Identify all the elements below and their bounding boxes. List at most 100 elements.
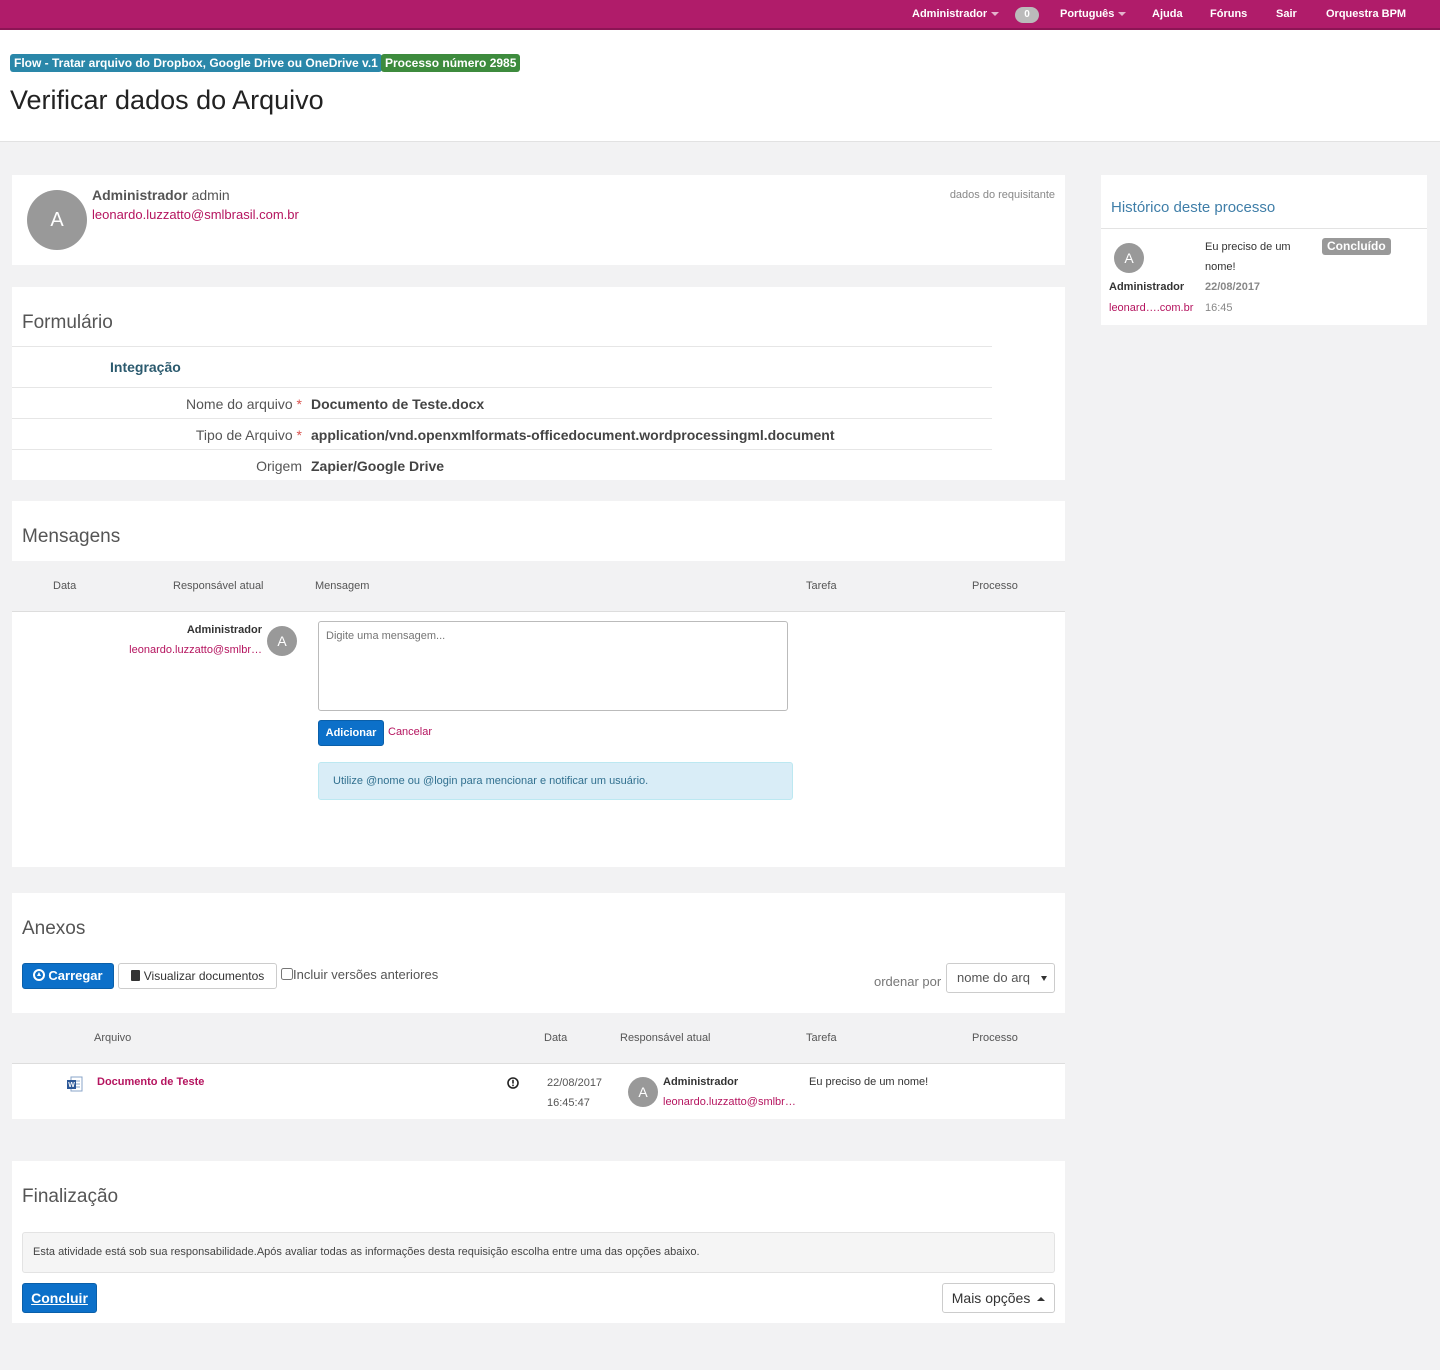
avatar: A — [267, 626, 297, 656]
notification-badge[interactable]: 0 — [1015, 7, 1039, 23]
attachment-file-link[interactable]: Documento de Teste — [97, 1076, 204, 1088]
view-documents-button[interactable]: Visualizar documentos — [118, 963, 277, 989]
requester-fullname: Administrador — [92, 187, 188, 203]
sort-select[interactable]: nome do arq — [946, 963, 1055, 993]
flow-label[interactable]: Flow - Tratar arquivo do Dropbox, Google… — [10, 54, 382, 72]
top-navbar: Administrador 0 Português Ajuda Fóruns S… — [0, 0, 1440, 30]
forums-link[interactable]: Fóruns — [1210, 0, 1247, 28]
column-header[interactable]: Processo — [972, 580, 1018, 592]
language-label: Português — [1060, 8, 1115, 20]
column-header[interactable]: Responsável atual — [620, 1032, 711, 1044]
history-task-line1: Eu preciso de um — [1205, 241, 1291, 253]
requester-name: Administrador admin — [92, 187, 230, 203]
attachment-date: 22/08/2017 — [547, 1077, 603, 1089]
attachment-owner-name: Administrador — [663, 1076, 739, 1088]
requester-panel: A Administrador admin leonardo.luzzatto@… — [12, 175, 1065, 265]
column-header[interactable]: Data — [53, 580, 76, 592]
column-header[interactable]: Data — [544, 1032, 567, 1044]
column-header[interactable]: Arquivo — [94, 1032, 131, 1044]
caret-up-icon — [1037, 1297, 1046, 1302]
history-panel: Histórico deste processo A Administrador… — [1101, 175, 1427, 325]
divider — [12, 346, 992, 347]
field-value-file-type: application/vnd.openxmlformats-officedoc… — [311, 427, 835, 443]
field-label: Tipo de Arquivo * — [196, 427, 302, 443]
logout-link[interactable]: Sair — [1276, 0, 1297, 28]
attachments-panel: Anexos Carregar Visualizar documentos In… — [12, 893, 1065, 1119]
upload-label: Carregar — [48, 968, 103, 983]
avatar: A — [1114, 243, 1144, 273]
field-label-text: Origem — [256, 458, 302, 474]
attachment-owner-email[interactable]: leonardo.luzzatto@smlbr… — [663, 1096, 796, 1108]
include-versions-label: Incluir versões anteriores — [293, 967, 439, 982]
status-badge: Concluído — [1322, 238, 1391, 255]
field-label: Nome do arquivo * — [186, 396, 302, 412]
message-author-email[interactable]: leonardo.luzzatto@smlbr… — [129, 644, 262, 656]
form-section-title: Integração — [110, 359, 181, 375]
user-menu[interactable]: Administrador — [912, 0, 1000, 28]
finalization-panel: Finalização Esta atividade está sob sua … — [12, 1161, 1065, 1323]
add-message-button[interactable]: Adicionar — [318, 720, 384, 746]
history-task-line2: nome! — [1205, 261, 1236, 273]
finalization-title: Finalização — [22, 1186, 119, 1207]
word-file-icon: W — [67, 1076, 83, 1092]
mention-hint: Utilize @nome ou @login para mencionar e… — [318, 762, 793, 800]
field-label-text: Tipo de Arquivo — [195, 427, 293, 443]
more-options-label: Mais opções — [951, 1290, 1031, 1306]
form-panel: Formulário Integração Nome do arquivo * … — [12, 287, 1065, 480]
book-icon — [130, 970, 140, 981]
avatar: A — [628, 1077, 658, 1107]
caret-down-icon — [1118, 12, 1127, 17]
column-header[interactable]: Processo — [972, 1032, 1018, 1044]
required-marker: * — [296, 427, 302, 443]
language-menu[interactable]: Português — [1060, 0, 1127, 28]
requester-login: admin — [191, 187, 230, 203]
message-author-name: Administrador — [186, 624, 262, 636]
attachment-time: 16:45:47 — [547, 1097, 590, 1109]
help-link[interactable]: Ajuda — [1152, 0, 1183, 28]
field-value-file-name: Documento de Teste.docx — [311, 396, 485, 412]
history-date: 22/08/2017 — [1205, 281, 1261, 293]
history-time: 16:45 — [1205, 302, 1233, 314]
sort-label: ordenar por — [874, 974, 942, 989]
caret-down-icon — [991, 12, 1000, 17]
brand-link[interactable]: Orquestra BPM — [1326, 0, 1406, 28]
requester-email-link[interactable]: leonardo.luzzatto@smlbrasil.com.br — [92, 207, 299, 222]
column-header[interactable]: Tarefa — [806, 1032, 837, 1044]
more-options-button[interactable]: Mais opções — [942, 1283, 1055, 1313]
form-row-origin: Origem Zapier/Google Drive — [12, 449, 992, 480]
finalization-note: Esta atividade está sob sua responsabili… — [22, 1232, 1055, 1273]
messages-title: Mensagens — [22, 526, 121, 547]
include-versions-checkbox[interactable] — [281, 968, 293, 980]
process-number-label[interactable]: Processo número 2985 — [381, 54, 521, 72]
cancel-message-link[interactable]: Cancelar — [388, 726, 432, 738]
message-input[interactable] — [318, 621, 788, 711]
include-versions-option[interactable]: Incluir versões anteriores — [281, 967, 438, 982]
form-title: Formulário — [22, 312, 113, 333]
attachment-task: Eu preciso de um nome! — [809, 1076, 929, 1088]
column-header[interactable]: Responsável atual — [173, 580, 264, 592]
messages-panel: Mensagens Data Responsável atual Mensage… — [12, 501, 1065, 867]
svg-text:W: W — [68, 1082, 75, 1089]
history-user-email[interactable]: leonard….com.br — [1109, 302, 1193, 314]
column-header[interactable]: Tarefa — [806, 580, 837, 592]
upload-button[interactable]: Carregar — [22, 963, 114, 989]
form-row-file-type: Tipo de Arquivo * application/vnd.openxm… — [12, 418, 992, 449]
page-title: Verificar dados do Arquivo — [10, 85, 324, 115]
info-circle-icon[interactable] — [507, 1077, 519, 1089]
conclude-button[interactable]: Concluir — [22, 1283, 97, 1313]
view-documents-label: Visualizar documentos — [143, 969, 265, 983]
history-user-name: Administrador — [1109, 281, 1185, 293]
form-row-file-name: Nome do arquivo * Documento de Teste.doc… — [12, 387, 992, 418]
field-value-origin: Zapier/Google Drive — [311, 458, 445, 474]
table-row: W Documento de Teste 22/08/2017 16:45:47… — [12, 1064, 1065, 1119]
messages-table-header: Data Responsável atual Mensagem Tarefa P… — [12, 561, 1065, 612]
column-header[interactable]: Mensagem — [315, 580, 369, 592]
attachments-title: Anexos — [22, 918, 86, 939]
upload-circle-icon — [33, 969, 46, 981]
required-marker: * — [296, 396, 302, 412]
user-menu-label: Administrador — [912, 8, 988, 20]
field-label-text: Nome do arquivo — [186, 396, 293, 412]
field-label: Origem — [256, 458, 302, 474]
requester-note: dados do requisitante — [949, 189, 1055, 201]
history-title: Histórico deste processo — [1111, 199, 1276, 216]
